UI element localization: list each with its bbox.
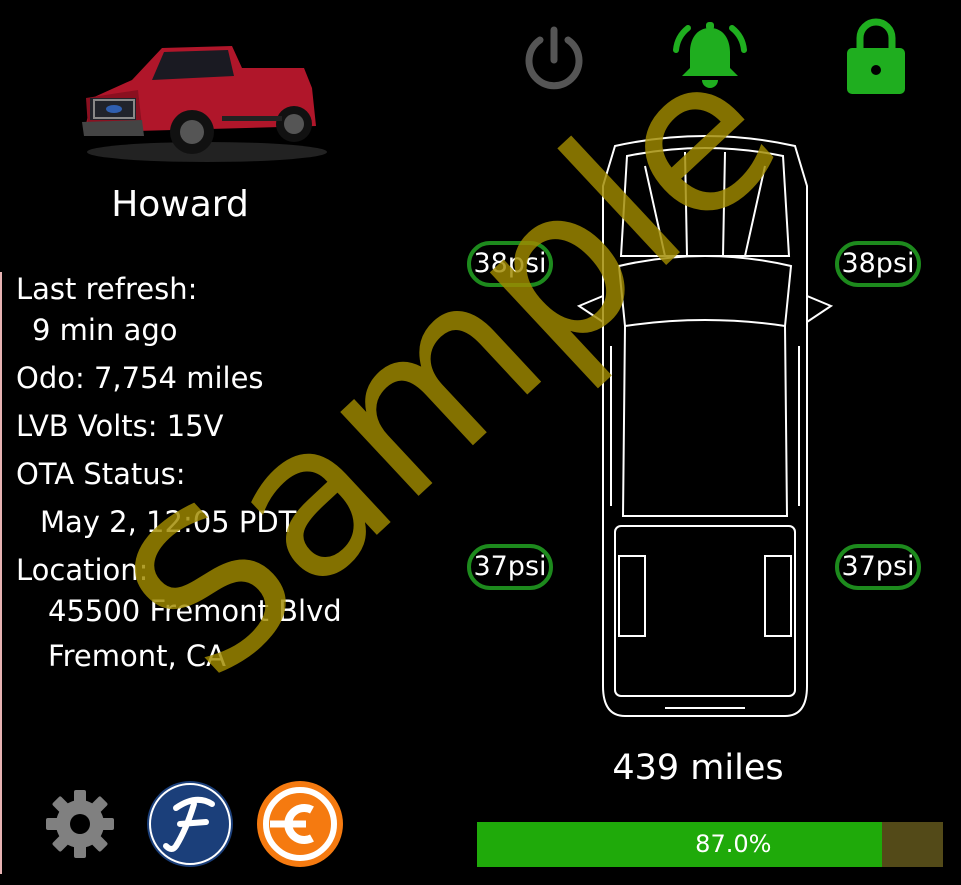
last-refresh-label: Last refresh: xyxy=(16,272,198,306)
address-line-2: Fremont, CA xyxy=(48,639,226,673)
last-refresh-value: 9 min ago xyxy=(32,313,178,347)
tire-front-right: 38psi xyxy=(835,241,921,287)
charge-percent-label: 87.0% xyxy=(695,830,772,858)
power-icon[interactable] xyxy=(518,22,590,94)
vehicle-image xyxy=(82,46,327,162)
left-edge-line xyxy=(0,272,2,874)
address-line-1: 45500 Fremont Blvd xyxy=(48,594,342,628)
gear-icon[interactable] xyxy=(44,788,116,860)
charge-progress-bar: 87.0% xyxy=(477,822,943,867)
truck-top-view xyxy=(576,135,834,717)
location-label: Location: xyxy=(16,553,149,587)
lvb-volts: LVB Volts: 15V xyxy=(16,409,224,443)
range-text: 439 miles xyxy=(612,748,784,788)
ota-status-label: OTA Status: xyxy=(16,457,186,491)
lock-icon[interactable] xyxy=(845,18,907,96)
charge-logo[interactable] xyxy=(256,780,344,868)
bell-icon[interactable] xyxy=(670,16,750,96)
ford-script-logo[interactable] xyxy=(146,780,234,868)
tire-rear-right: 37psi xyxy=(835,544,921,590)
vehicle-name: Howard xyxy=(111,184,249,225)
odometer: Odo: 7,754 miles xyxy=(16,361,264,395)
tire-rear-left: 37psi xyxy=(467,544,553,590)
ota-status-value: May 2, 12:05 PDT xyxy=(40,505,297,539)
tire-front-left: 38psi xyxy=(467,241,553,287)
